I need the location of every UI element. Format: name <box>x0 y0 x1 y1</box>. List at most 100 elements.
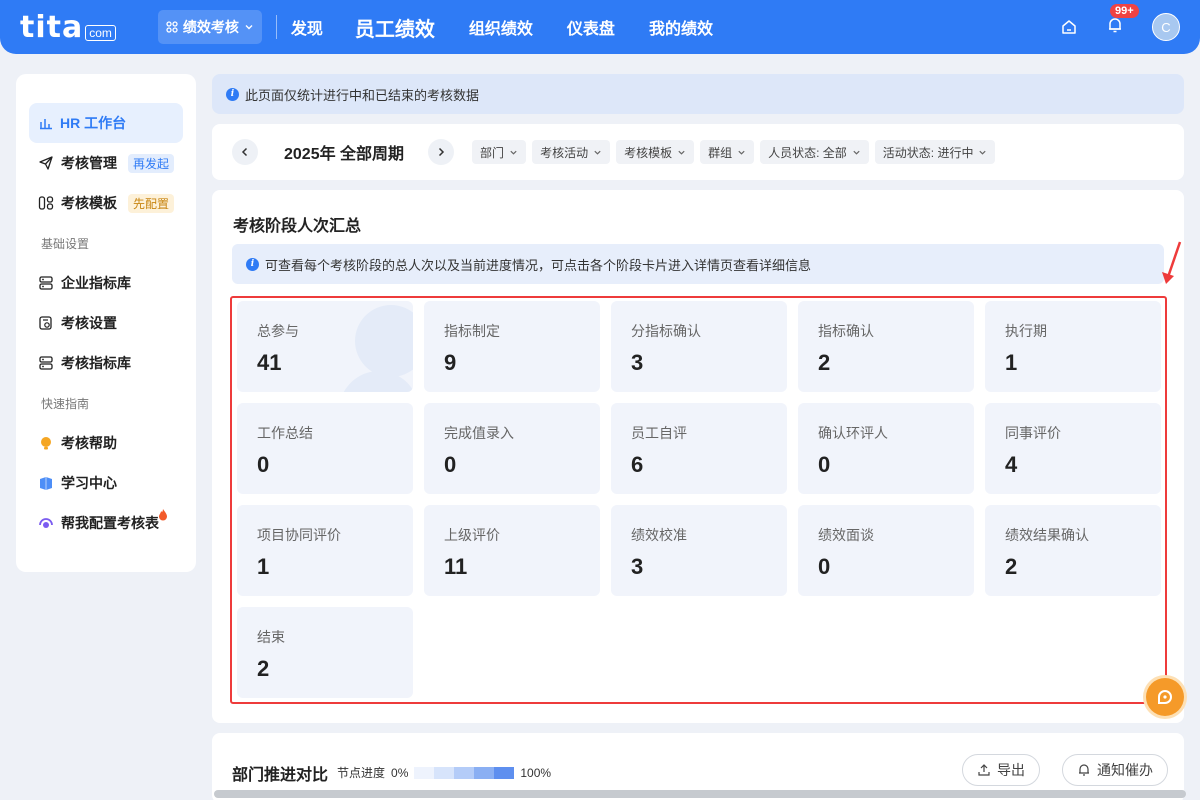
assistant-icon <box>1158 690 1172 704</box>
filter-template[interactable]: 考核模板 <box>616 140 695 164</box>
info-banner-text: 此页面仅统计进行中和已结束的考核数据 <box>245 87 480 103</box>
module-switcher[interactable]: 绩效考核 <box>157 10 262 44</box>
stage-card-value: 6 <box>631 452 644 477</box>
stage-card-value: 2 <box>818 350 831 375</box>
filter-activity[interactable]: 考核活动 <box>532 140 611 164</box>
next-period-button[interactable] <box>428 139 455 165</box>
database-icon <box>39 356 53 370</box>
sidebar-item-help[interactable]: 考核帮助 <box>16 423 196 463</box>
nav-my-performance[interactable]: 我的绩效 <box>649 15 713 39</box>
export-button[interactable]: 导出 <box>962 754 1040 786</box>
nav-dashboard[interactable]: 仪表盘 <box>567 15 615 39</box>
stage-card-value: 1 <box>257 554 270 579</box>
stage-card[interactable]: 绩效校准 3 <box>611 505 787 596</box>
summary-info-text: 可查看每个考核阶段的总人次以及当前进度情况，可点击各个阶段卡片进入详情页查看详细… <box>265 257 812 273</box>
assistant-float-button[interactable] <box>1146 678 1184 716</box>
filter-person-status[interactable]: 人员状态: 全部 <box>760 140 869 164</box>
stage-card[interactable]: 员工自评 6 <box>611 403 787 494</box>
stage-card-label: 执行期 <box>1005 323 1047 339</box>
sidebar-item-enterprise-lib[interactable]: 企业指标库 <box>16 263 196 303</box>
sidebar-item-label: 考核指标库 <box>61 355 131 371</box>
legend-max: 100% <box>520 765 552 780</box>
filter-group[interactable]: 群组 <box>700 140 755 164</box>
stage-card[interactable]: 工作总结 0 <box>237 403 413 494</box>
notification-button[interactable]: 99+ <box>1106 3 1139 39</box>
sidebar-item-manage[interactable]: 考核管理 再发起 <box>16 143 196 183</box>
section-title: 部门推进对比 <box>232 767 329 784</box>
sidebar: HR 工作台 考核管理 再发起 考核模板 先配置 基础设置 企业指标库 考核设置… <box>16 74 196 572</box>
notify-button[interactable]: 通知催办 <box>1062 754 1168 786</box>
filter-chips: 部门 考核活动 考核模板 群组 人员状态: 全部 活动状态: 进行中 <box>472 140 1001 164</box>
stage-card[interactable]: 绩效结果确认 2 <box>985 505 1161 596</box>
stage-card-label: 指标确认 <box>818 323 874 339</box>
stage-card-label: 绩效结果确认 <box>1005 527 1089 543</box>
stage-card-value: 9 <box>444 350 457 375</box>
stage-card[interactable]: 绩效面谈 0 <box>798 505 974 596</box>
stage-card-label: 工作总结 <box>257 425 313 441</box>
prev-period-button[interactable] <box>232 139 258 165</box>
sidebar-item-settings[interactable]: 考核设置 <box>16 303 196 343</box>
stage-card-label: 结束 <box>257 629 285 645</box>
stage-card[interactable]: 确认环评人 0 <box>798 403 974 494</box>
nav-employee-performance[interactable]: 员工绩效 <box>355 13 435 42</box>
sidebar-item-indicator-lib[interactable]: 考核指标库 <box>16 343 196 383</box>
bell-icon <box>1079 764 1089 776</box>
filter-label: 考核活动 <box>540 145 589 160</box>
top-nav: tita com 绩效考核 发现 员工绩效 组织绩效 仪表盘 我的绩效 99+ … <box>0 0 1200 54</box>
sidebar-item-config-help[interactable]: 帮我配置考核表 <box>16 503 196 543</box>
stage-card-label: 项目协同评价 <box>257 527 341 543</box>
chevron-down-icon <box>510 150 517 155</box>
notification-badge: 99+ <box>1110 3 1139 18</box>
sidebar-item-hr-workbench[interactable]: HR 工作台 <box>29 103 183 143</box>
stage-card[interactable]: 同事评价 4 <box>985 403 1161 494</box>
stage-card[interactable]: 上级评价 11 <box>424 505 600 596</box>
filter-department[interactable]: 部门 <box>472 140 527 164</box>
sidebar-item-label: 考核管理 <box>61 155 117 171</box>
stage-card[interactable]: 结束 2 <box>237 607 413 698</box>
configure-first-tag: 先配置 <box>128 193 175 213</box>
settings-doc-icon <box>39 316 52 330</box>
section-title: 考核阶段人次汇总 <box>233 218 362 235</box>
nav-divider <box>275 15 277 39</box>
stage-card-label: 上级评价 <box>444 527 500 543</box>
logo-text: tita <box>20 9 84 45</box>
stage-card-value: 3 <box>631 350 644 375</box>
stage-card[interactable]: 项目协同评价 1 <box>237 505 413 596</box>
chevron-right-icon <box>439 147 445 157</box>
stage-card-value: 0 <box>257 452 270 477</box>
stage-card[interactable]: 指标制定 9 <box>424 301 600 392</box>
stage-card[interactable]: 分指标确认 3 <box>611 301 787 392</box>
progress-legend: 节点进度 0% 100% <box>337 764 551 781</box>
sidebar-item-learning[interactable]: 学习中心 <box>16 463 196 503</box>
nav-org-performance[interactable]: 组织绩效 <box>469 15 533 39</box>
database-icon <box>39 276 53 290</box>
filter-activity-status[interactable]: 活动状态: 进行中 <box>874 140 996 164</box>
home-icon[interactable] <box>1060 18 1078 36</box>
apps-icon <box>166 21 178 33</box>
chevron-down-icon <box>678 150 685 155</box>
stage-card-value: 0 <box>818 554 831 579</box>
stage-card[interactable]: 总参与 41 <box>237 301 413 392</box>
notify-label: 通知催办 <box>1097 762 1153 778</box>
stage-card[interactable]: 完成值录入 0 <box>424 403 600 494</box>
tita-logo[interactable]: tita com <box>20 10 116 45</box>
filter-label: 部门 <box>480 145 505 160</box>
sidebar-item-label: HR 工作台 <box>60 115 127 131</box>
stage-card-label: 绩效校准 <box>631 527 687 543</box>
sidebar-item-template[interactable]: 考核模板 先配置 <box>16 183 196 223</box>
stage-card-label: 同事评价 <box>1005 425 1061 441</box>
sidebar-item-label: 考核帮助 <box>61 435 117 451</box>
stage-card-value: 4 <box>1005 452 1018 477</box>
user-avatar[interactable]: C <box>1152 13 1180 41</box>
logo-suffix: com <box>85 24 116 41</box>
stage-card-value: 0 <box>444 452 457 477</box>
stage-card-label: 完成值录入 <box>444 425 514 441</box>
stage-card[interactable]: 执行期 1 <box>985 301 1161 392</box>
horizontal-scrollbar[interactable] <box>214 790 1186 798</box>
stage-card-label: 分指标确认 <box>631 323 701 339</box>
nav-discover[interactable]: 发现 <box>291 15 323 39</box>
stage-card[interactable]: 指标确认 2 <box>798 301 974 392</box>
send-icon <box>39 156 53 170</box>
legend-min: 0% <box>391 765 409 780</box>
bar-chart-icon <box>40 119 52 130</box>
